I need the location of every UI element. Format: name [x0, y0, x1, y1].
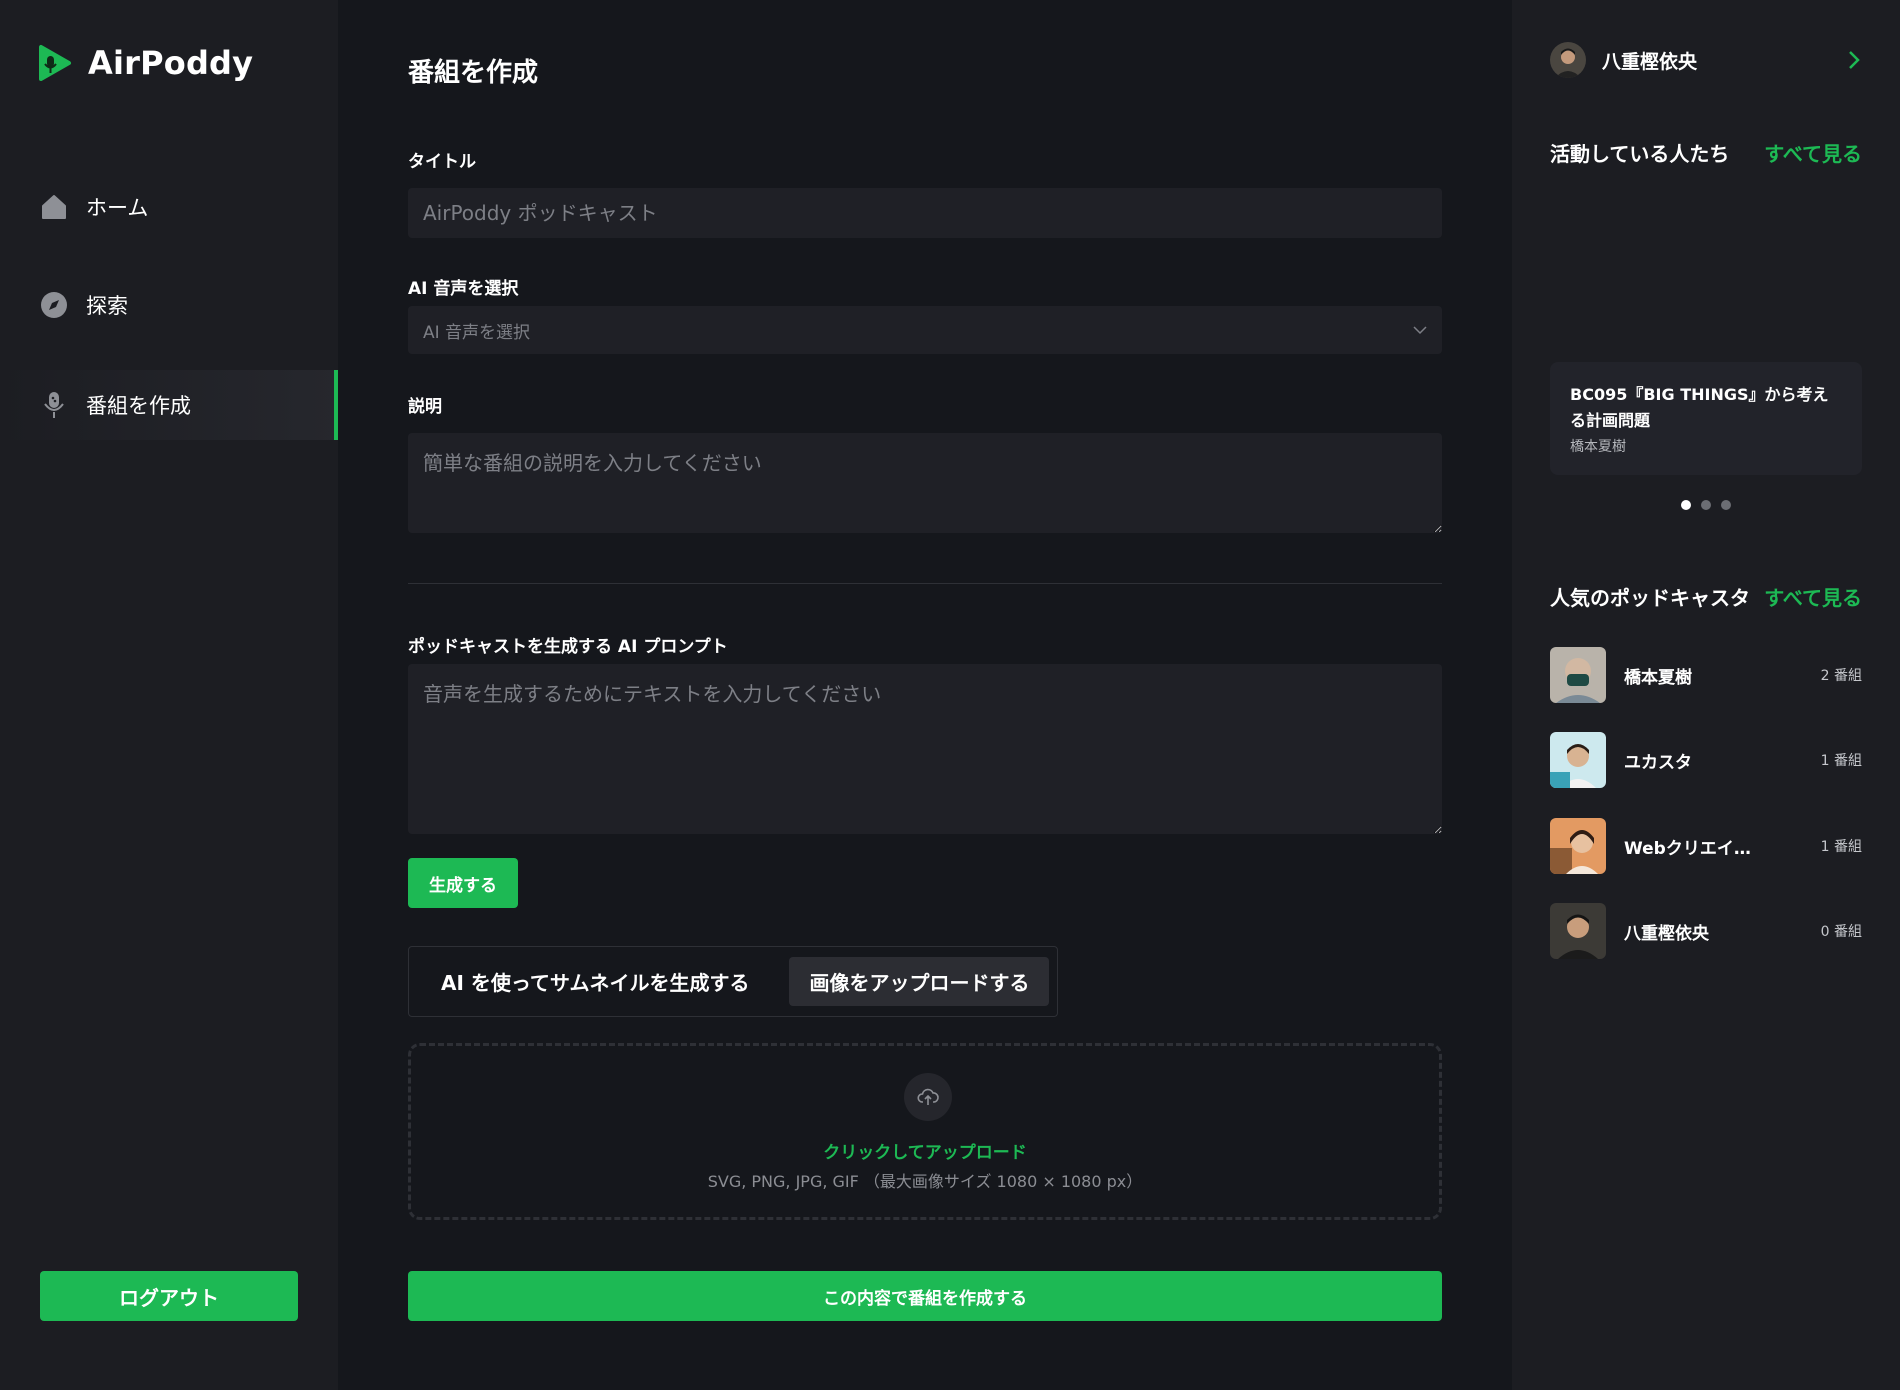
brand[interactable]: AirPoddy	[38, 44, 253, 82]
nav-item-label: 番組を作成	[86, 394, 191, 418]
nav-item-label: 探索	[86, 294, 128, 318]
podcaster-item[interactable]: 八重樫依央 0 番組	[1550, 903, 1862, 959]
voice-select-value: AI 音声を選択	[423, 322, 531, 343]
nav-item-explore[interactable]: 探索	[0, 270, 338, 340]
microphone-icon	[40, 391, 68, 419]
featured-podcast-card[interactable]: BC095『BIG THINGS』から考える計画問題 橋本夏樹	[1550, 362, 1862, 475]
logout-button[interactable]: ログアウト	[40, 1271, 298, 1321]
left-sidebar: AirPoddy ホーム 探索 番組を作成 ログアウト	[0, 0, 338, 1390]
nav-item-create[interactable]: 番組を作成	[0, 370, 338, 440]
logo-icon	[39, 45, 71, 81]
podcaster-name: 橋本夏樹	[1624, 667, 1692, 688]
avatar	[1550, 42, 1586, 78]
active-people-title: 活動している人たち	[1550, 142, 1730, 166]
description-textarea[interactable]	[408, 433, 1442, 533]
chevron-down-icon	[1413, 325, 1427, 334]
podcaster-count: 1 番組	[1820, 753, 1862, 769]
user-profile[interactable]: 八重樫依央	[1550, 40, 1864, 80]
compass-icon	[40, 291, 68, 319]
tab-ai-thumbnail[interactable]: AI を使ってサムネイルを生成する	[421, 957, 769, 1006]
title-input[interactable]	[408, 188, 1442, 238]
podcaster-avatar	[1550, 647, 1606, 703]
see-all-active-link[interactable]: すべて見る	[1764, 138, 1862, 167]
voice-select[interactable]: AI 音声を選択	[408, 306, 1442, 354]
chevron-right-icon[interactable]	[1844, 50, 1864, 70]
podcaster-name: Webクリエイ…	[1624, 838, 1751, 859]
carousel-dot[interactable]	[1681, 500, 1691, 510]
podcaster-count: 1 番組	[1820, 839, 1862, 855]
featured-title: BC095『BIG THINGS』から考える計画問題	[1570, 385, 1829, 430]
divider	[408, 583, 1442, 584]
featured-author: 橋本夏樹	[1570, 439, 1626, 455]
nav-item-home[interactable]: ホーム	[0, 172, 338, 242]
upload-link[interactable]: クリックしてアップロード	[411, 1138, 1439, 1163]
title-label: タイトル	[408, 152, 476, 172]
voice-label: AI 音声を選択	[408, 279, 519, 299]
prompt-label: ポッドキャストを生成する AI プロンプト	[408, 637, 728, 657]
description-label: 説明	[408, 397, 442, 417]
generate-button[interactable]: 生成する	[408, 858, 518, 908]
user-name: 八重樫依央	[1602, 50, 1698, 73]
popular-podcasters-title: 人気のポッドキャスタ	[1550, 586, 1750, 610]
podcaster-count: 2 番組	[1820, 668, 1862, 684]
upload-hint: SVG, PNG, JPG, GIF （最大画像サイズ 1080 × 1080 …	[707, 1172, 1143, 1191]
page-title: 番組を作成	[408, 58, 539, 88]
see-all-popular-link[interactable]: すべて見る	[1764, 582, 1862, 611]
thumbnail-tabs: AI を使ってサムネイルを生成する 画像をアップロードする	[408, 946, 1058, 1017]
podcaster-avatar	[1550, 903, 1606, 959]
brand-name: AirPoddy	[88, 44, 254, 82]
carousel-dot[interactable]	[1701, 500, 1711, 510]
prompt-textarea[interactable]	[408, 664, 1442, 834]
podcaster-avatar	[1550, 732, 1606, 788]
carousel-dot[interactable]	[1721, 500, 1731, 510]
submit-button[interactable]: この内容で番組を作成する	[408, 1271, 1442, 1321]
podcaster-item[interactable]: Webクリエイ… 1 番組	[1550, 818, 1862, 874]
carousel-dots	[1681, 500, 1731, 510]
right-sidebar: 八重樫依央 活動している人たち すべて見る BC095『BIG THINGS』か…	[1512, 0, 1900, 1390]
upload-cloud-icon	[904, 1073, 952, 1121]
tab-upload-image[interactable]: 画像をアップロードする	[789, 957, 1050, 1006]
podcaster-name: 八重樫依央	[1624, 923, 1709, 944]
nav-item-label: ホーム	[86, 196, 149, 220]
podcaster-item[interactable]: 橋本夏樹 2 番組	[1550, 647, 1862, 703]
podcaster-name: ユカスタ	[1624, 752, 1692, 773]
upload-dropzone[interactable]: クリックしてアップロード SVG, PNG, JPG, GIF （最大画像サイズ…	[408, 1043, 1442, 1220]
home-icon	[40, 193, 68, 221]
podcaster-item[interactable]: ユカスタ 1 番組	[1550, 732, 1862, 788]
podcaster-avatar	[1550, 818, 1606, 874]
podcaster-count: 0 番組	[1820, 924, 1862, 940]
